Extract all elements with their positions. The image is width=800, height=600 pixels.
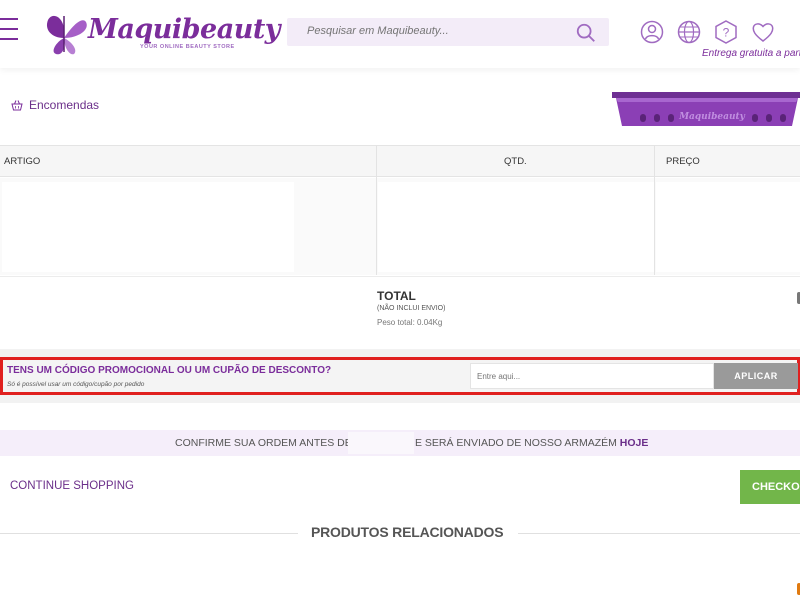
- help-icon[interactable]: ?: [714, 20, 738, 44]
- total-weight: Peso total: 0.04Kg: [377, 318, 443, 327]
- site-header: Maquibeauty YOUR ONLINE BEAUTY STORE ?: [0, 0, 800, 68]
- dispatch-highlight: HOJE: [619, 437, 649, 449]
- cart-page: Maquibeauty YOUR ONLINE BEAUTY STORE ?: [0, 0, 800, 600]
- cart-table-header: ARTIGO QTD. PREÇO: [0, 145, 800, 177]
- account-icon[interactable]: [640, 20, 664, 44]
- promo-code-input[interactable]: [470, 363, 714, 389]
- divider-line: [518, 533, 800, 534]
- related-products-title: PRODUTOS RELACIONADOS: [311, 524, 504, 540]
- menu-icon[interactable]: [0, 18, 18, 42]
- total-section: [0, 276, 800, 348]
- butterfly-logo-icon: [46, 15, 87, 55]
- divider-line: [0, 533, 298, 534]
- promo-title: TENS UM CÓDIGO PROMOCIONAL OU UM CUPÃO D…: [7, 365, 332, 376]
- dispatch-notice: CONFIRME SUA ORDEM ANTES DE E SERÁ ENVIA…: [0, 430, 800, 456]
- wishlist-heart-icon[interactable]: [751, 20, 775, 44]
- basket-icon: [11, 100, 23, 111]
- related-products-header: PRODUTOS RELACIONADOS: [0, 523, 800, 543]
- promo-code-section: TENS UM CÓDIGO PROMOCIONAL OU UM CUPÃO D…: [0, 357, 800, 395]
- dispatch-text-before: CONFIRME SUA ORDEM ANTES DE: [175, 437, 352, 449]
- shopping-basket-image: Maquibeauty: [612, 92, 800, 126]
- col-qty: QTD.: [504, 156, 527, 167]
- column-divider: [376, 145, 377, 275]
- logo-tagline: YOUR ONLINE BEAUTY STORE: [140, 44, 235, 50]
- column-divider: [654, 145, 655, 275]
- price-cell: [656, 182, 800, 272]
- promo-subtitle: Só é possível usar um código/cupão por p…: [7, 381, 145, 388]
- related-products-area: [0, 560, 800, 600]
- globe-icon[interactable]: [677, 20, 701, 44]
- total-title: TOTAL: [377, 289, 416, 303]
- search-box: [287, 18, 609, 46]
- continue-shopping-link[interactable]: CONTINUE SHOPPING: [10, 480, 134, 492]
- orders-label: Encomendas: [29, 98, 100, 112]
- cart-table-row: [0, 178, 800, 275]
- svg-text:?: ?: [723, 26, 730, 40]
- basket-brand: Maquibeauty: [678, 112, 746, 122]
- total-shipping-note: (NÃO INCLUI ENVIO): [377, 305, 446, 312]
- search-input[interactable]: [307, 25, 567, 37]
- qty-cell: [378, 182, 654, 272]
- site-logo[interactable]: Maquibeauty YOUR ONLINE BEAUTY STORE: [42, 8, 281, 56]
- countdown-placeholder: [348, 432, 414, 454]
- col-price: PREÇO: [666, 156, 700, 167]
- col-item: ARTIGO: [4, 156, 41, 167]
- logo-wordmark: Maquibeauty: [88, 14, 281, 45]
- apply-promo-button[interactable]: APLICAR: [714, 363, 798, 389]
- checkout-button[interactable]: CHECKOU: [740, 470, 800, 504]
- dispatch-text-after: E SERÁ ENVIADO DE NOSSO ARMAZÉM: [415, 437, 617, 449]
- orders-link[interactable]: Encomendas: [11, 98, 99, 112]
- search-icon[interactable]: [575, 22, 597, 44]
- item-cell: [2, 182, 294, 272]
- dispatch-text-after-wrap: E SERÁ ENVIADO DE NOSSO ARMAZÉM HOJE: [415, 437, 648, 449]
- free-delivery-note: Entrega gratuita a partir d: [702, 48, 800, 59]
